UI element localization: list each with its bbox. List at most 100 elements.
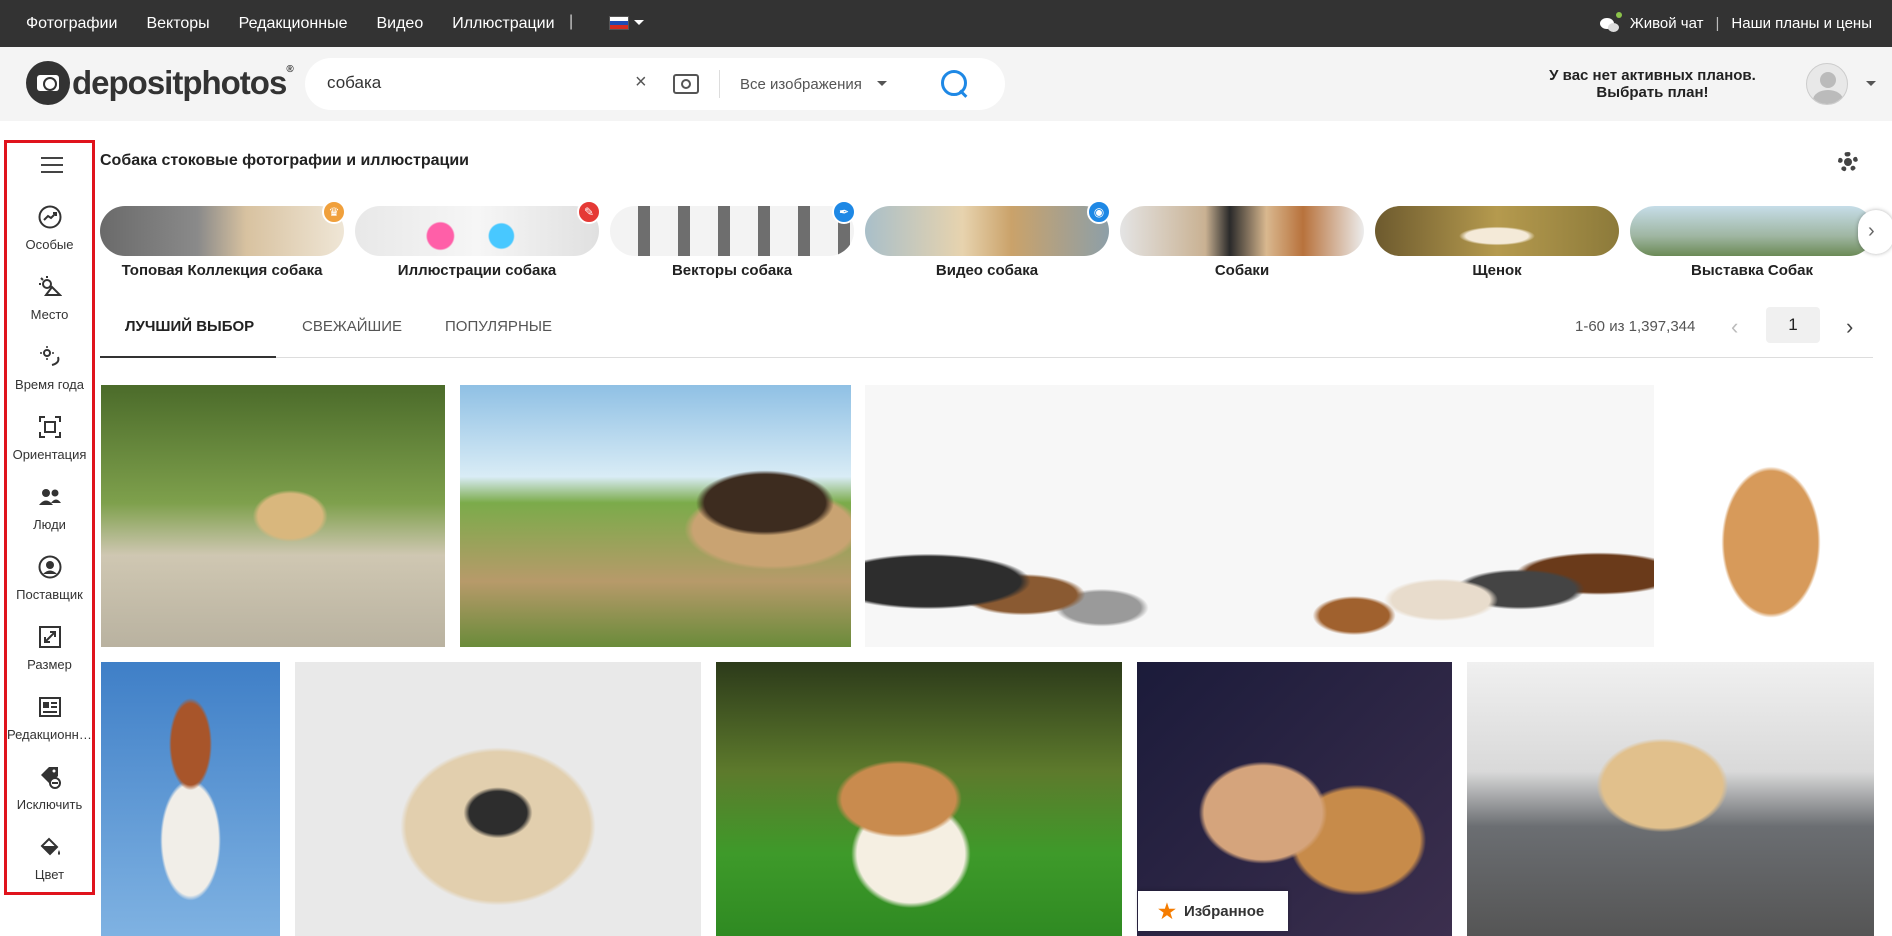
nav-editorial[interactable]: Редакционные	[239, 15, 348, 33]
pen-icon: ✒	[832, 200, 856, 224]
results-count: 1-60 из 1,397,344	[1575, 318, 1696, 335]
category-thumbnail	[1375, 206, 1619, 256]
photo-running-terrier[interactable]	[101, 385, 445, 647]
sidebar-item-label: Время года	[15, 377, 84, 392]
brush-icon: ✎	[577, 200, 601, 224]
category-card[interactable]: ✎ Иллюстрации собака	[355, 200, 601, 279]
active-tab-indicator	[100, 356, 276, 358]
nav-photos[interactable]: Фотографии	[26, 15, 117, 33]
plan-notice-line1: У вас нет активных планов.	[1549, 67, 1756, 84]
sidebar-item-label: Поставщик	[16, 587, 83, 602]
favorites-label: Избранное	[1183, 902, 1265, 920]
top-navigation-bar: Фотографии Векторы Редакционные Видео Ил…	[0, 0, 1892, 47]
nav-video[interactable]: Видео	[376, 15, 423, 33]
editorial-icon	[39, 697, 61, 717]
sidebar-item-size[interactable]: Размер	[7, 625, 92, 683]
nav-vectors[interactable]: Векторы	[146, 15, 209, 33]
registered-mark: ®	[286, 64, 293, 75]
prev-page-chevron-icon[interactable]: ‹	[1731, 314, 1738, 340]
camera-icon: ◉	[1087, 200, 1111, 224]
sidebar-item-special[interactable]: Особые	[7, 205, 92, 263]
color-bucket-icon	[40, 837, 60, 856]
camera-search-icon[interactable]	[673, 74, 699, 94]
online-dot-icon	[1615, 11, 1622, 18]
page-title: Собака стоковые фотографии и иллюстрации	[100, 152, 469, 169]
logo[interactable]: depositphotos®	[26, 61, 294, 105]
live-chat-link[interactable]: Живой чат	[1630, 15, 1704, 32]
account-chevron-down-icon[interactable]	[1866, 81, 1876, 86]
search-icon[interactable]	[941, 70, 969, 98]
clear-search-icon[interactable]: ×	[635, 71, 647, 94]
plan-notice-line2: Выбрать план!	[1596, 84, 1709, 101]
russian-flag-icon[interactable]	[609, 16, 629, 30]
sidebar-item-label: Место	[30, 307, 69, 322]
menu-icon[interactable]	[41, 157, 63, 173]
orientation-icon	[39, 416, 61, 438]
category-card[interactable]: ✒ Векторы собака	[610, 200, 856, 279]
trending-icon	[38, 205, 62, 229]
sidebar-item-place[interactable]: Место	[7, 275, 92, 333]
carousel-next-chevron-icon[interactable]: ›	[1858, 210, 1892, 254]
logo-text: depositphotos®	[72, 64, 294, 101]
contributor-icon	[38, 555, 62, 579]
category-thumbnail	[1120, 206, 1364, 256]
category-label: Щенок	[1472, 262, 1522, 279]
photo-havanese-grass[interactable]	[716, 662, 1122, 936]
category-card[interactable]: ♛ Топовая Коллекция собака	[100, 200, 346, 279]
sidebar-item-contributor[interactable]: Поставщик	[7, 555, 92, 613]
category-card[interactable]: Собаки	[1120, 206, 1364, 279]
gear-icon[interactable]	[1838, 152, 1858, 172]
photo-pug[interactable]	[295, 662, 701, 936]
category-thumbnail	[865, 206, 1109, 256]
category-card[interactable]: Выставка Собак	[1630, 206, 1874, 279]
favorites-button[interactable]: ★ Избранное	[1138, 891, 1288, 931]
category-thumbnail	[355, 206, 599, 256]
sidebar-item-editorial[interactable]: Редакционное	[7, 695, 92, 753]
category-label: Топовая Коллекция собака	[121, 262, 323, 279]
sidebar-item-label: Ориентация	[12, 447, 87, 462]
tab-popular[interactable]: ПОПУЛЯРНЫЕ	[445, 318, 552, 335]
sidebar-item-season[interactable]: Время года	[7, 345, 92, 403]
photo-jack-russell[interactable]	[101, 662, 280, 936]
nav-illustrations[interactable]: Иллюстрации	[452, 15, 554, 33]
next-page-chevron-icon[interactable]: ›	[1846, 314, 1853, 340]
category-label: Собаки	[1214, 262, 1270, 279]
tab-best[interactable]: ЛУЧШИЙ ВЫБОР	[125, 318, 254, 335]
category-card[interactable]: ◉ Видео собака	[865, 200, 1111, 279]
category-card[interactable]: Щенок	[1375, 206, 1619, 279]
star-icon: ★	[1158, 900, 1176, 923]
media-type-nav: Фотографии Векторы Редакционные Видео Ил…	[26, 0, 584, 47]
category-label: Видео собака	[935, 262, 1039, 279]
photo-dog-breeds-lineup[interactable]	[865, 385, 1654, 647]
exclude-icon	[41, 767, 61, 789]
camera-logo-icon	[26, 61, 70, 105]
nav-separator: |	[569, 13, 574, 30]
sidebar-item-exclude[interactable]: Исключить	[7, 765, 92, 823]
page-number-input[interactable]: 1	[1766, 307, 1820, 343]
search-input[interactable]: собака	[327, 73, 381, 93]
chevron-down-icon[interactable]	[877, 81, 887, 86]
image-type-dropdown[interactable]: Все изображения	[740, 76, 862, 93]
sidebar-item-label: Цвет	[34, 867, 65, 882]
photo-golden-retriever-sofa[interactable]	[1467, 662, 1874, 936]
tab-newest[interactable]: СВЕЖАЙШИЕ	[302, 318, 402, 335]
sidebar-item-orientation[interactable]: Ориентация	[7, 415, 92, 473]
language-chevron-down-icon[interactable]	[634, 20, 644, 25]
photo-havanese-puppy[interactable]	[1668, 385, 1874, 647]
sidebar-item-label: Размер	[27, 657, 72, 672]
size-icon	[39, 626, 61, 648]
sidebar-item-color[interactable]: Цвет	[7, 835, 92, 893]
chat-icon[interactable]	[1599, 11, 1622, 32]
season-icon	[40, 346, 60, 366]
search-divider	[719, 70, 720, 98]
people-icon	[39, 489, 61, 505]
photo-dog-car-window[interactable]	[460, 385, 851, 647]
plans-link[interactable]: Наши планы и цены	[1731, 15, 1872, 32]
category-label: Выставка Собак	[1690, 262, 1814, 279]
plan-notice[interactable]: У вас нет активных планов. Выбрать план!	[1520, 67, 1785, 101]
sidebar-item-label: Редакционное	[7, 727, 92, 742]
sidebar-item-label: Люди	[33, 517, 66, 532]
sidebar-item-label: Особые	[25, 237, 74, 252]
avatar[interactable]	[1806, 63, 1848, 105]
sidebar-item-people[interactable]: Люди	[7, 485, 92, 543]
